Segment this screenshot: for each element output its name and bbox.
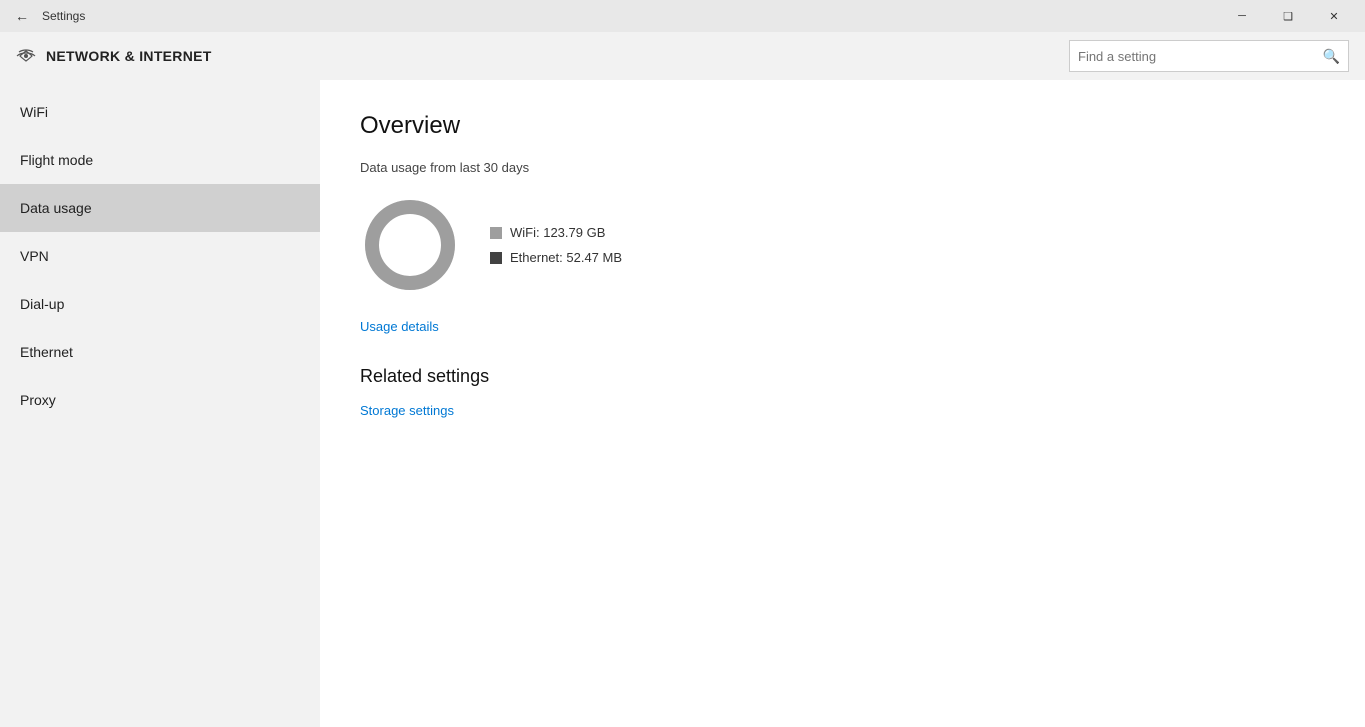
titlebar-title: Settings — [42, 9, 1219, 23]
search-box[interactable]: 🔍 — [1069, 40, 1349, 72]
sidebar-item-dial-up[interactable]: Dial-up — [0, 280, 320, 328]
main-layout: WiFi Flight mode Data usage VPN Dial-up … — [0, 80, 1365, 727]
network-icon — [16, 46, 36, 66]
content-area: Overview Data usage from last 30 days Wi… — [320, 80, 1365, 727]
minimize-button[interactable]: ─ — [1219, 0, 1265, 32]
back-button[interactable]: ← — [8, 2, 36, 30]
close-button[interactable]: ✕ — [1311, 0, 1357, 32]
donut-chart — [360, 195, 460, 295]
maximize-button[interactable]: ❑ — [1265, 0, 1311, 32]
ethernet-legend-label: Ethernet: 52.47 MB — [510, 250, 622, 265]
sidebar-item-vpn[interactable]: VPN — [0, 232, 320, 280]
ethernet-legend-item: Ethernet: 52.47 MB — [490, 250, 622, 265]
wifi-legend-color — [490, 227, 502, 239]
search-input[interactable] — [1078, 49, 1323, 64]
usage-details-link[interactable]: Usage details — [360, 319, 1325, 334]
storage-settings-link[interactable]: Storage settings — [360, 403, 1325, 418]
header: NETWORK & INTERNET 🔍 — [0, 32, 1365, 80]
sidebar-item-proxy[interactable]: Proxy — [0, 376, 320, 424]
wifi-legend-label: WiFi: 123.79 GB — [510, 225, 605, 240]
ethernet-legend-color — [490, 252, 502, 264]
data-usage-label: Data usage from last 30 days — [360, 160, 1325, 175]
chart-section: WiFi: 123.79 GB Ethernet: 52.47 MB — [360, 195, 1325, 295]
overview-title: Overview — [360, 112, 1325, 140]
chart-legend: WiFi: 123.79 GB Ethernet: 52.47 MB — [490, 225, 622, 265]
sidebar-item-wifi[interactable]: WiFi — [0, 88, 320, 136]
wifi-legend-item: WiFi: 123.79 GB — [490, 225, 622, 240]
page-title: NETWORK & INTERNET — [46, 48, 1069, 64]
sidebar-item-flight-mode[interactable]: Flight mode — [0, 136, 320, 184]
titlebar: ← Settings ─ ❑ ✕ — [0, 0, 1365, 32]
sidebar: WiFi Flight mode Data usage VPN Dial-up … — [0, 80, 320, 727]
window-controls: ─ ❑ ✕ — [1219, 0, 1357, 32]
sidebar-item-ethernet[interactable]: Ethernet — [0, 328, 320, 376]
sidebar-item-data-usage[interactable]: Data usage — [0, 184, 320, 232]
search-icon: 🔍 — [1323, 48, 1340, 65]
related-settings-title: Related settings — [360, 366, 1325, 387]
